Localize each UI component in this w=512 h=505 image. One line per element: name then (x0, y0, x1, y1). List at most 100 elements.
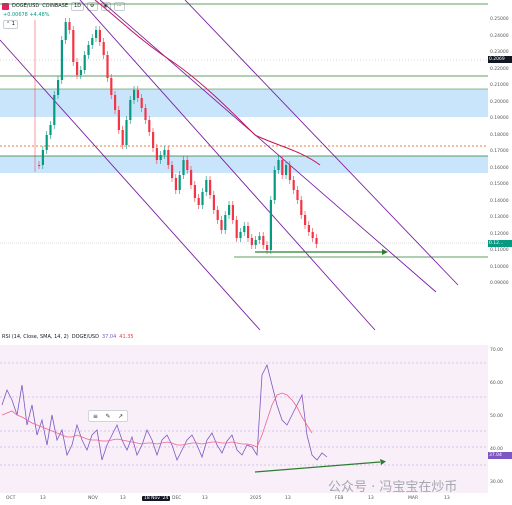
candle (106, 55, 109, 78)
price-tick-label: 0.22000 (490, 66, 509, 72)
candle (296, 190, 299, 200)
candle (167, 150, 170, 165)
candle (269, 200, 272, 250)
candle (235, 220, 238, 238)
candle (258, 236, 261, 240)
price-tick-label: 0.16000 (490, 165, 509, 171)
supply-zone (0, 156, 488, 173)
candle (125, 120, 128, 145)
candle (281, 160, 284, 175)
rsi-ma-value: 41.35 (119, 334, 134, 340)
rsi-tick-label: 30.00 (490, 480, 503, 485)
candle (201, 192, 204, 205)
candle (49, 125, 52, 135)
price-tick-label: 0.10000 (490, 264, 509, 270)
rsi-tick-label: 50.00 (490, 414, 503, 419)
price-tick-label: 0.18000 (490, 132, 509, 138)
candle (152, 132, 155, 148)
current-price-tag: 0.12... (488, 240, 512, 247)
candle (144, 108, 147, 120)
time-axis[interactable]: OCT 13 NOV 13 18 Nov '24 DEC 13 2025 13 FEB 13 MAR 1… (0, 494, 488, 505)
candle (171, 165, 174, 178)
candle (205, 180, 208, 192)
candle (231, 205, 234, 220)
candle (262, 236, 265, 245)
rsi-chart[interactable] (0, 345, 488, 493)
candle (163, 150, 166, 155)
price-tick-label: 0.19000 (490, 116, 509, 121)
rsi-background (0, 345, 488, 493)
time-tick-label: 2025 (250, 496, 262, 501)
time-tick-label: DEC (172, 496, 182, 501)
price-axis[interactable]: 0.25000 0.24000 0.23000 0.22000 0.21000 0.200… (488, 0, 512, 332)
candle (53, 95, 56, 125)
rsi-axis[interactable]: 70.00 60.00 50.00 40.00 30.00 (488, 345, 512, 493)
rsi-header: RSI (14, Close, SMA, 14, 2) DOGE/USD 37.… (2, 334, 134, 340)
candle (98, 30, 101, 42)
candle (315, 238, 318, 244)
time-tick-label: OCT (6, 496, 16, 501)
rsi-tick-label: 70.00 (490, 348, 503, 353)
candle (266, 245, 269, 250)
channel-line (0, 39, 261, 331)
candle (38, 165, 41, 166)
candle (254, 240, 257, 245)
drag-handle-icon[interactable]: ≡ (93, 413, 98, 420)
candles-group (0, 0, 488, 331)
candle (277, 160, 280, 170)
candle (79, 70, 82, 75)
candle (288, 165, 291, 180)
candle (72, 30, 75, 62)
candle (87, 45, 90, 55)
time-tick-label: 13 (40, 496, 46, 501)
price-chart[interactable] (0, 0, 488, 332)
candle (110, 78, 113, 95)
candle (136, 90, 139, 98)
candle (285, 165, 288, 175)
price-tick-label: 0.23000 (490, 50, 509, 55)
candle (95, 30, 98, 38)
drawing-toolbar[interactable]: ≡ ✎ ↗ (88, 410, 128, 422)
rsi-current-tag: 37.04 (488, 452, 512, 459)
arrow-tool-icon[interactable]: ↗ (118, 413, 123, 420)
candle (250, 238, 253, 245)
candle (121, 130, 124, 145)
pencil-icon[interactable]: ✎ (105, 413, 110, 420)
candle (178, 175, 181, 190)
candle (76, 62, 79, 75)
candle (129, 100, 132, 120)
candle (243, 226, 246, 232)
candle (57, 80, 60, 95)
candle (41, 150, 44, 165)
candle (307, 225, 310, 232)
candle (273, 170, 276, 200)
candle (220, 220, 223, 230)
price-tick-label: 0.13000 (490, 215, 509, 220)
candle (300, 200, 303, 215)
candle (68, 22, 71, 30)
price-tick-label: 0.24000 (490, 33, 509, 39)
candle (209, 180, 212, 195)
price-tick-label: 0.14000 (490, 198, 509, 204)
candle (117, 110, 120, 130)
candle (114, 95, 117, 110)
candle (83, 55, 86, 70)
candle (159, 155, 162, 160)
candle (304, 215, 307, 225)
rsi-symbol: DOGE/USD (71, 334, 99, 340)
time-tick-label: 13 (202, 496, 208, 501)
candle (140, 98, 143, 108)
candle (228, 205, 231, 215)
time-tick-label: NOV (88, 496, 98, 501)
price-tick-label: 0.20000 (490, 99, 509, 105)
candle (148, 120, 151, 132)
price-tick-label: 0.12000 (490, 231, 509, 237)
candle (311, 232, 314, 238)
candle (186, 160, 189, 170)
time-tick-label: MAR (408, 496, 419, 501)
price-tick-label: 0.25000 (490, 17, 509, 22)
candle (182, 160, 185, 175)
candle (197, 198, 200, 205)
candle (212, 195, 215, 210)
candle (102, 42, 105, 55)
